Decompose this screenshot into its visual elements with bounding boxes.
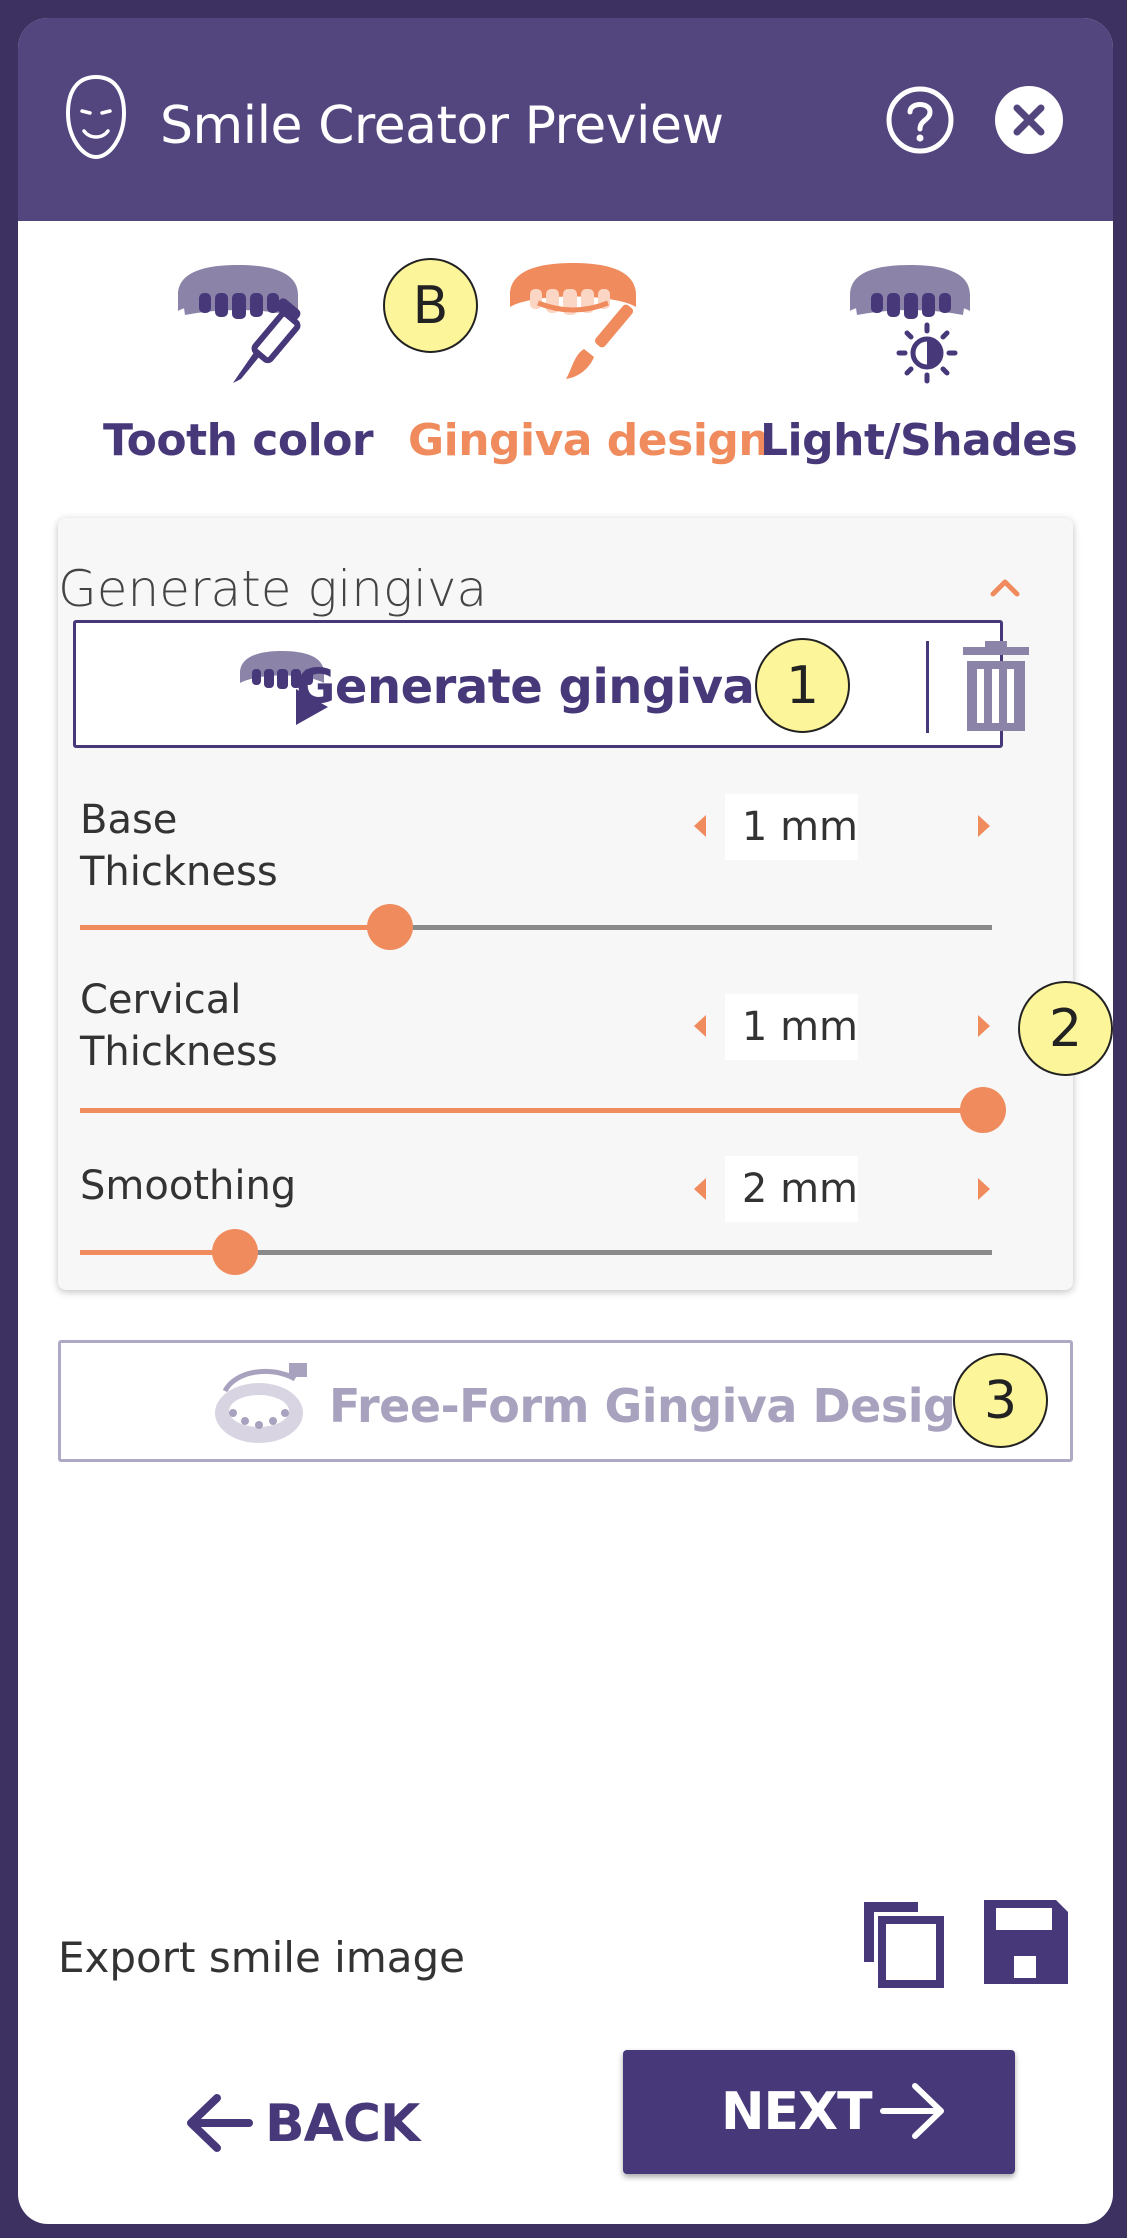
smoothing-decrement[interactable] <box>690 1176 710 1202</box>
slider-fill <box>80 925 391 930</box>
base-thickness-label-line1: Base <box>80 797 178 843</box>
slider-thumb[interactable] <box>212 1229 259 1275</box>
back-button[interactable]: BACK <box>183 2078 463 2168</box>
close-icon[interactable] <box>993 84 1065 156</box>
tab-tooth-color-label: Tooth color <box>103 415 374 466</box>
cervical-thickness-label-line1: Cervical <box>80 977 242 1023</box>
next-button[interactable]: NEXT <box>623 2050 1015 2174</box>
base-thickness-decrement[interactable] <box>690 813 710 839</box>
title-bar: Smile Creator Preview <box>18 18 1113 221</box>
smoothing-slider[interactable] <box>80 1229 992 1275</box>
callout-1: 1 <box>755 638 850 733</box>
save-icon[interactable] <box>980 1896 1072 1988</box>
mode-tabs: Tooth color Gingiva design Light/Shades <box>18 253 1113 473</box>
next-label: NEXT <box>721 2082 873 2142</box>
free-form-gingiva-button[interactable]: Free-Form Gingiva Design <box>58 1340 1073 1462</box>
help-icon[interactable] <box>884 84 956 156</box>
base-thickness-label-line2: Thickness <box>80 849 278 895</box>
cervical-thickness-slider[interactable] <box>80 1087 1006 1133</box>
base-thickness-slider[interactable] <box>80 904 992 950</box>
cervical-thickness-increment[interactable] <box>974 1013 994 1039</box>
base-thickness-label: Base Thickness <box>80 794 278 898</box>
generate-gingiva-label: Generate gingiva <box>296 659 755 715</box>
smoothing-increment[interactable] <box>974 1176 994 1202</box>
gingiva-brush-icon <box>510 263 636 379</box>
tab-light-shades[interactable]: Light/Shades <box>760 253 1078 473</box>
back-label: BACK <box>265 2094 420 2154</box>
light-shades-icon <box>850 265 970 384</box>
generate-gingiva-button[interactable]: Generate gingiva <box>73 620 1029 748</box>
tab-light-shades-label: Light/Shades <box>760 415 1078 466</box>
callout-3: 3 <box>953 1353 1048 1448</box>
tab-gingiva-design-label: Gingiva design <box>408 415 770 466</box>
smoothing-label-line1: Smoothing <box>80 1163 297 1209</box>
button-divider <box>926 641 929 733</box>
slider-fill <box>80 1108 983 1113</box>
export-smile-image-label: Export smile image <box>58 1933 465 1982</box>
base-thickness-increment[interactable] <box>974 813 994 839</box>
face-icon <box>65 74 127 160</box>
cervical-thickness-decrement[interactable] <box>690 1013 710 1039</box>
tooth-color-dropper-icon <box>178 265 301 383</box>
free-form-gingiva-label: Free-Form Gingiva Design <box>329 1379 988 1433</box>
free-form-gingiva-icon <box>215 1363 307 1443</box>
callout-b: B <box>383 258 478 353</box>
copy-icon[interactable] <box>858 1896 946 1988</box>
smile-creator-window: Smile Creator Preview Tooth color Gingiv… <box>18 18 1113 2224</box>
slider-thumb[interactable] <box>959 1087 1006 1133</box>
smoothing-label: Smoothing <box>80 1160 296 1212</box>
tab-tooth-color[interactable]: Tooth color <box>103 253 374 473</box>
cervical-thickness-label: Cervical Thickness <box>80 974 278 1078</box>
base-thickness-value[interactable]: 1 mm <box>725 794 858 860</box>
slider-thumb[interactable] <box>367 904 414 950</box>
chevron-up-icon[interactable] <box>985 568 1025 608</box>
trash-icon[interactable] <box>961 641 1031 733</box>
smoothing-value[interactable]: 2 mm <box>725 1156 858 1222</box>
cervical-thickness-label-line2: Thickness <box>80 1029 278 1075</box>
window-title: Smile Creator Preview <box>160 96 724 156</box>
arrow-left-icon <box>187 2094 253 2152</box>
callout-2: 2 <box>1018 981 1113 1076</box>
panel-title: Generate gingiva <box>58 560 488 618</box>
cervical-thickness-value[interactable]: 1 mm <box>725 994 858 1060</box>
arrow-right-icon <box>880 2083 944 2139</box>
